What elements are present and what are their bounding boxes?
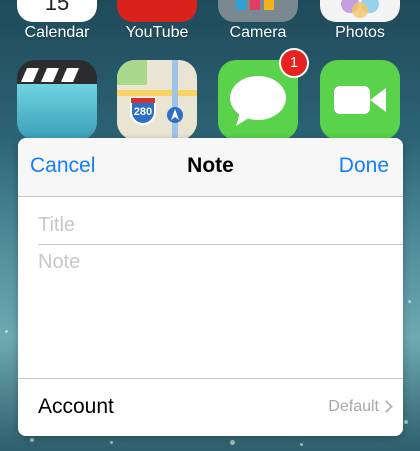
photos-icon	[320, 0, 400, 22]
account-row[interactable]: Account Default	[18, 378, 403, 436]
camera-icon	[218, 0, 298, 22]
app-label: Camera	[229, 24, 287, 41]
svg-text:15: 15	[45, 0, 69, 15]
highway-shield-label: 280	[134, 106, 152, 118]
account-value: Default	[328, 398, 379, 415]
sheet-header: Cancel Note Done	[18, 138, 403, 197]
app-calendar[interactable]: 15 Calendar	[17, 0, 97, 41]
done-button[interactable]: Done	[339, 154, 389, 178]
app-photos[interactable]: Photos	[320, 0, 400, 41]
note-textarea[interactable]	[38, 251, 398, 371]
calendar-icon: 15	[17, 0, 97, 22]
app-facetime[interactable]	[320, 60, 400, 140]
app-label: Calendar	[24, 24, 90, 41]
account-label: Account	[38, 395, 114, 418]
app-maps[interactable]: 280	[117, 60, 197, 140]
app-camera[interactable]: Camera	[218, 0, 298, 41]
chevron-right-icon	[380, 400, 393, 413]
messages-badge: 1	[279, 48, 309, 78]
app-youtube[interactable]: YouTube	[117, 0, 197, 41]
facetime-icon	[320, 60, 400, 140]
note-sheet: Cancel Note Done Account Default	[18, 138, 403, 436]
app-label: YouTube	[125, 24, 189, 41]
sheet-body	[18, 197, 403, 378]
app-videos[interactable]	[17, 60, 97, 140]
title-input[interactable]	[38, 207, 403, 243]
youtube-icon	[117, 0, 197, 22]
separator	[38, 244, 403, 245]
app-label: Photos	[335, 24, 385, 41]
maps-icon: 280	[117, 60, 197, 140]
videos-icon	[17, 60, 97, 140]
